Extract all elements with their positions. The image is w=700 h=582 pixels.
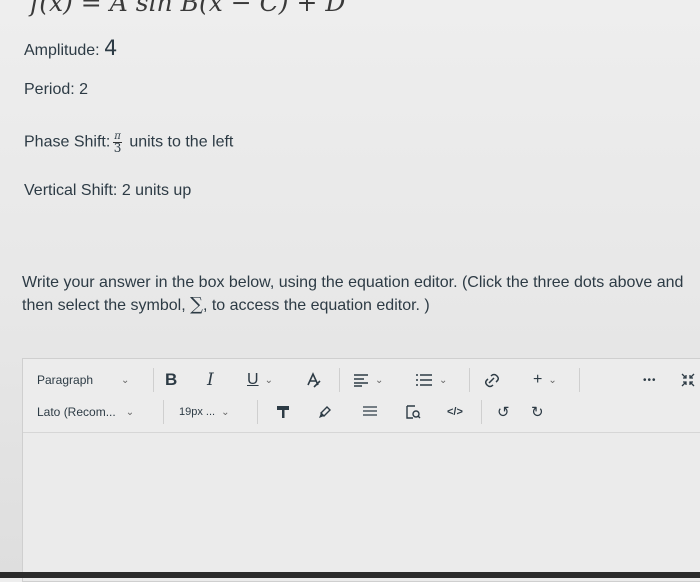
align-left-icon — [354, 374, 368, 387]
amplitude-line: Amplitude: 4 — [24, 36, 117, 60]
bottom-edge — [0, 572, 700, 578]
toolbar-divider — [339, 368, 340, 392]
code-icon: </> — [447, 406, 463, 418]
vertical-shift-line: Vertical Shift: 2 units up — [24, 182, 191, 200]
clear-formatting-button[interactable] — [275, 404, 291, 420]
text-color-button[interactable] — [305, 372, 321, 388]
font-size-select[interactable]: 19px ... ⌄ — [179, 406, 229, 418]
link-button[interactable] — [483, 372, 501, 388]
period-value: 2 — [79, 81, 89, 98]
toolbar-row-1: Paragraph ⌄ B I U ⌄ ⌄ ⌄ + ⌄ ••• — [23, 365, 700, 395]
paragraph-select[interactable]: Paragraph ⌄ — [37, 373, 129, 387]
align-button[interactable]: ⌄ — [353, 373, 383, 387]
font-family-select-label: Lato (Recom... — [37, 405, 116, 419]
vertical-shift-label: Vertical Shift: — [24, 182, 118, 199]
chevron-down-icon: ⌄ — [121, 374, 130, 386]
list-icon — [416, 374, 432, 386]
toolbar-divider — [579, 368, 580, 392]
underline-button[interactable]: U ⌄ — [247, 371, 273, 389]
text-direction-button[interactable] — [361, 405, 379, 419]
amplitude-label: Amplitude: — [24, 42, 100, 59]
chevron-down-icon: ⌄ — [439, 374, 448, 386]
text-direction-icon — [363, 406, 377, 416]
list-button[interactable]: ⌄ — [415, 373, 447, 387]
redo-icon: ↻ — [531, 404, 544, 421]
highlight-button[interactable] — [317, 404, 333, 420]
undo-button[interactable]: ↺ — [497, 403, 510, 421]
toolbar-row-2: Lato (Recom... ⌄ 19px ... ⌄ </> ↺ ↻ — [23, 397, 700, 427]
phase-shift-suffix: units to the left — [129, 133, 234, 151]
toolbar-divider — [469, 368, 470, 392]
chevron-down-icon: ⌄ — [375, 374, 384, 386]
toolbar-divider — [163, 400, 164, 424]
collapse-icon — [681, 373, 695, 387]
phase-shift-fraction: π3 — [113, 132, 122, 155]
vertical-shift-value: 2 units up — [121, 182, 192, 199]
sigma-icon: ∑ — [190, 294, 203, 315]
rich-text-editor: Paragraph ⌄ B I U ⌄ ⌄ ⌄ + ⌄ ••• Lato (Re… — [22, 358, 700, 582]
link-icon — [484, 373, 500, 388]
bold-button[interactable]: B — [165, 370, 177, 390]
chevron-down-icon: ⌄ — [125, 406, 135, 418]
phase-shift-label: Phase Shift: — [24, 133, 111, 151]
paint-format-icon — [277, 406, 289, 418]
html-editor-button[interactable]: </> — [447, 406, 463, 418]
highlighter-icon — [319, 406, 331, 418]
search-document-icon — [406, 405, 421, 419]
underline-label: U — [247, 371, 259, 388]
amplitude-value: 4 — [104, 36, 118, 60]
instructions-after: , to access the equation editor. ) — [202, 297, 430, 314]
instructions-text: Write your answer in the box below, usin… — [22, 272, 694, 317]
chevron-down-icon: ⌄ — [264, 374, 273, 386]
text-color-icon — [307, 372, 321, 388]
paragraph-select-label: Paragraph — [37, 373, 94, 387]
more-options-button[interactable]: ••• — [643, 375, 657, 386]
editor-content-area[interactable] — [23, 433, 700, 581]
toolbar-divider — [257, 400, 258, 424]
toolbar-divider — [481, 400, 482, 424]
chevron-down-icon: ⌄ — [221, 406, 230, 418]
insert-button[interactable]: + ⌄ — [533, 371, 557, 389]
formula-heading: f(x) = A sin B(x − C) + D — [30, 0, 346, 17]
redo-button[interactable]: ↻ — [531, 403, 544, 421]
fraction-denominator: 3 — [113, 141, 122, 155]
fullscreen-button[interactable] — [681, 373, 695, 387]
toolbar-divider — [153, 368, 154, 392]
period-line: Period: 2 — [24, 81, 88, 99]
chevron-down-icon: ⌄ — [548, 374, 557, 386]
font-family-select[interactable]: Lato (Recom... ⌄ — [37, 405, 134, 419]
phase-shift-line: Phase Shift: π 3 units to the left — [24, 132, 234, 155]
plus-icon: + — [533, 371, 543, 388]
undo-icon: ↺ — [497, 404, 510, 421]
find-replace-button[interactable] — [405, 404, 421, 420]
font-size-select-label: 19px ... — [179, 406, 216, 418]
italic-button[interactable]: I — [207, 370, 214, 390]
editor-toolbar: Paragraph ⌄ B I U ⌄ ⌄ ⌄ + ⌄ ••• Lato (Re… — [23, 359, 700, 433]
period-label: Period: — [24, 81, 75, 98]
